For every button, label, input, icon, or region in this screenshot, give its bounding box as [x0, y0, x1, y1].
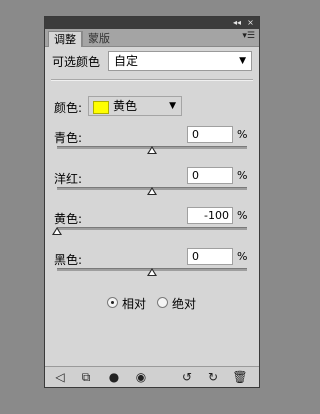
percent-unit: % [237, 209, 248, 222]
slider-thumb[interactable] [147, 146, 157, 154]
percent-unit: % [237, 128, 248, 141]
tab-bar: 调整 蒙版 ▾☰ [45, 29, 259, 47]
panel-menu-icon[interactable]: ▾☰ [242, 31, 255, 41]
slider-thumb[interactable] [147, 187, 157, 195]
slider-track[interactable] [57, 227, 247, 230]
previous-state-icon[interactable]: ↺ [179, 369, 195, 385]
divider [51, 79, 253, 81]
back-arrow-icon[interactable]: ◁ [52, 369, 68, 385]
slider-value-input[interactable]: 0 [187, 126, 233, 143]
tab-masks[interactable]: 蒙版 [82, 31, 115, 46]
absolute-label: 绝对 [172, 297, 197, 311]
slider-value-input[interactable]: -100 [187, 207, 233, 224]
slider-label: 青色: [54, 131, 83, 145]
close-icon[interactable]: × [245, 17, 256, 28]
relative-label: 相对 [122, 297, 147, 311]
color-swatch [93, 101, 109, 114]
tab-adjustments[interactable]: 调整 [48, 31, 82, 47]
relative-option[interactable]: 相对 [107, 295, 157, 311]
percent-unit: % [237, 169, 248, 182]
reset-icon[interactable]: ↻ [205, 369, 221, 385]
absolute-radio[interactable] [157, 297, 168, 308]
collapse-icon[interactable]: ◂◂ [231, 17, 243, 28]
preset-value: 自定 [114, 54, 139, 68]
panel-footer-toolbar: ◁ ⧉ ● ◉ ↺ ↻ 🗑 [45, 366, 259, 387]
colors-dropdown[interactable]: 黄色 ▼ [88, 96, 182, 116]
slider-label: 黑色: [54, 253, 83, 267]
slider-label: 洋红: [54, 172, 83, 186]
clip-layer-icon[interactable]: ⧉ [78, 369, 94, 385]
percent-unit: % [237, 250, 248, 263]
absolute-option[interactable]: 绝对 [157, 295, 207, 311]
preset-dropdown[interactable]: 自定 ▼ [108, 51, 252, 71]
relative-radio[interactable] [107, 297, 118, 308]
colors-value: 黄色 [113, 99, 138, 113]
adjustments-panel: ◂◂ × 调整 蒙版 ▾☰ 可选颜色 自定 ▼ 颜色: 黄色 ▼ 青色: 0% 洋红… [44, 16, 260, 388]
slider-value-input[interactable]: 0 [187, 248, 233, 265]
trash-icon[interactable]: 🗑 [232, 369, 248, 385]
mask-icon[interactable]: ● [106, 369, 122, 385]
preset-label: 可选颜色 [52, 55, 101, 69]
slider-thumb[interactable] [52, 227, 62, 235]
chevron-down-icon: ▼ [239, 56, 246, 66]
chevron-down-icon: ▼ [169, 101, 176, 111]
slider-thumb[interactable] [147, 268, 157, 276]
slider-label: 黄色: [54, 212, 83, 226]
slider-value-input[interactable]: 0 [187, 167, 233, 184]
colors-label: 颜色: [54, 101, 83, 115]
visibility-eye-icon[interactable]: ◉ [133, 369, 149, 385]
